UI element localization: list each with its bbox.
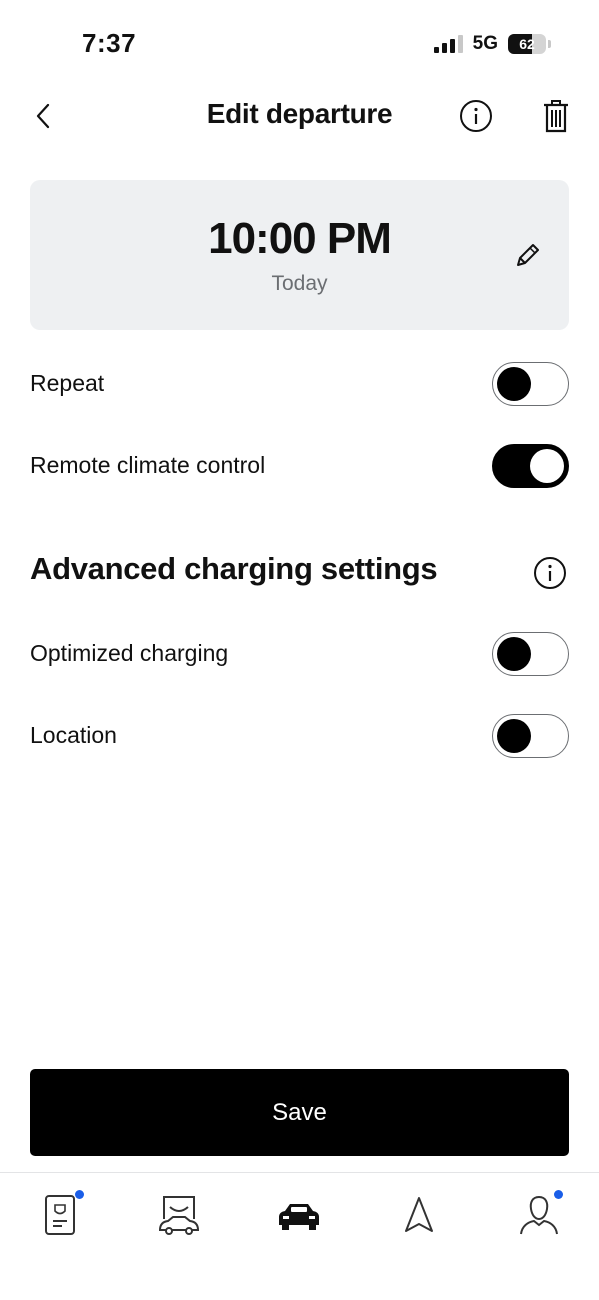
tab-car-shop[interactable] [155,1191,203,1239]
advanced-info-button[interactable] [533,556,567,590]
edit-time-button[interactable] [510,238,544,272]
tab-navigation[interactable] [395,1191,443,1239]
info-button[interactable] [459,99,493,133]
toggle-knob [497,367,531,401]
car-shop-icon [158,1196,200,1235]
departure-time: 10:00 PM [208,214,392,263]
notification-badge [75,1190,84,1199]
info-icon [460,100,492,132]
departure-time-card[interactable]: 10:00 PM Today [30,180,569,330]
toggle-knob [497,719,531,753]
bottom-tab-bar [0,1172,599,1300]
battery-icon: 62 [508,34,546,54]
setting-label: Optimized charging [30,640,229,666]
edit-departure-screen: 7:37 5G 62 Edit departure 10:00 PM Today… [0,0,599,1300]
tab-my-car[interactable] [275,1191,323,1239]
car-icon [279,1204,319,1230]
setting-row-repeat: Repeat [30,360,569,408]
remote-climate-toggle[interactable] [492,444,569,488]
trash-icon [544,100,568,133]
battery-cap [548,40,551,48]
toggle-knob [497,637,531,671]
setting-label: Repeat [30,370,105,396]
status-indicators: 5G 62 [433,33,551,55]
page-title: Edit departure [206,98,393,129]
toggle-knob [530,449,564,483]
setting-row-remote-climate: Remote climate control [30,442,569,490]
optimized-charging-toggle[interactable] [492,632,569,676]
battery-percent: 62 [519,36,535,52]
vehicle-card-icon [45,1195,75,1235]
setting-label: Remote climate control [30,452,266,478]
status-time: 7:37 [82,28,137,58]
delete-button[interactable] [541,98,571,134]
location-toggle[interactable] [492,714,569,758]
pencil-icon [517,244,539,266]
section-title: Advanced charging settings [30,551,438,586]
setting-row-optimized-charging: Optimized charging [30,630,569,678]
header: Edit departure [0,88,599,144]
info-icon [534,557,566,589]
signal-strength-icon [433,35,463,53]
profile-icon [520,1195,558,1235]
network-type: 5G [472,33,498,54]
save-button[interactable]: Save [30,1069,569,1156]
notification-badge [554,1190,563,1199]
setting-row-location: Location [30,712,569,760]
departure-day: Today [271,272,328,295]
repeat-toggle[interactable] [492,362,569,406]
status-bar: 7:37 5G 62 [0,0,599,80]
setting-label: Location [30,722,117,748]
navigation-arrow-icon [405,1197,433,1232]
